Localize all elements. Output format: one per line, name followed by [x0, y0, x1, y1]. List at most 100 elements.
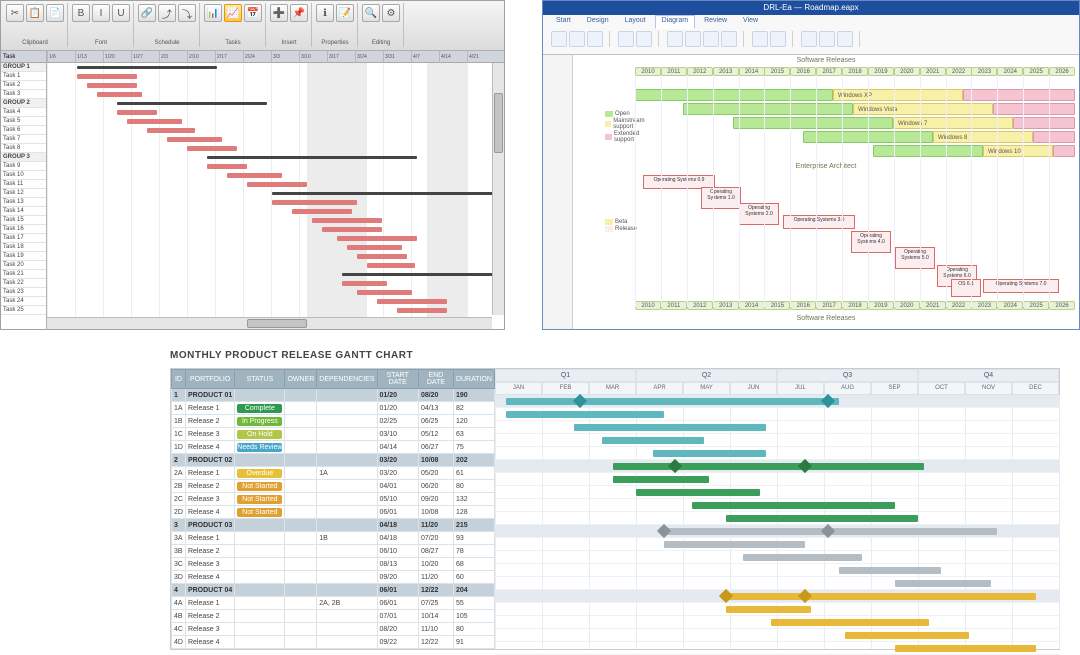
gantt-bar[interactable] — [342, 273, 502, 276]
gantt-bar[interactable] — [506, 398, 839, 405]
ribbon-button[interactable]: 📊 — [204, 4, 222, 22]
column-header[interactable]: DEPENDENCIES — [317, 370, 377, 389]
gantt-bar[interactable] — [337, 236, 417, 241]
version-box[interactable]: Operating Systems 1.0 — [701, 187, 741, 209]
ribbon-button[interactable]: B — [72, 4, 90, 22]
gantt-bar[interactable] — [726, 606, 811, 613]
ribbon-icon[interactable] — [569, 31, 585, 47]
ribbon-button[interactable]: ℹ — [316, 4, 334, 22]
task-row[interactable]: Task 4 — [1, 108, 46, 117]
gantt-bar[interactable] — [613, 463, 923, 470]
gantt-bar[interactable] — [357, 290, 412, 295]
diagram-canvas[interactable]: Software Releases 2010201120122013201420… — [573, 55, 1079, 329]
gantt-bar[interactable] — [117, 110, 157, 115]
ribbon-icon[interactable] — [667, 31, 683, 47]
ribbon-button[interactable]: 📋 — [26, 4, 44, 22]
release-bar[interactable]: Windows 10 — [983, 145, 1053, 157]
task-row[interactable]: GROUP 1 — [1, 63, 46, 72]
horizontal-scrollbar[interactable] — [47, 317, 492, 329]
ribbon-button[interactable]: 📅 — [244, 4, 262, 22]
task-row[interactable]: Task 12 — [1, 189, 46, 198]
ribbon-button[interactable]: ⚙ — [382, 4, 400, 22]
gantt-bar[interactable] — [312, 218, 382, 223]
task-row[interactable]: Task 1 — [1, 72, 46, 81]
table-row[interactable]: 4BRelease 207/0110/14105 — [172, 610, 495, 623]
gantt-bar[interactable] — [207, 156, 417, 159]
release-bar[interactable] — [635, 89, 833, 101]
ribbon-icon[interactable] — [703, 31, 719, 47]
task-row[interactable]: Task 2 — [1, 81, 46, 90]
ribbon-tab[interactable]: Layout — [618, 15, 653, 29]
gantt-bar[interactable] — [322, 227, 382, 232]
release-bar[interactable]: Windows 8 — [933, 131, 1033, 143]
table-row[interactable]: 2PRODUCT 0203/2010/08202 — [172, 454, 495, 467]
task-row[interactable]: Task 14 — [1, 207, 46, 216]
gantt-area[interactable]: Q1Q2Q3Q4 JANFEBMARAPRMAYJUNJULAUGSEPOCTN… — [495, 369, 1059, 649]
release-bar[interactable] — [733, 117, 893, 129]
milestone-diamond[interactable] — [798, 459, 812, 473]
task-row[interactable]: Task 19 — [1, 252, 46, 261]
gantt-bar[interactable] — [377, 299, 447, 304]
ribbon-icon[interactable] — [819, 31, 835, 47]
gantt-bar[interactable] — [87, 83, 137, 88]
ribbon-button[interactable]: 🔍 — [362, 4, 380, 22]
ribbon-button[interactable]: ⤴ — [158, 4, 176, 22]
ribbon-button[interactable]: 📄 — [46, 4, 64, 22]
scroll-thumb[interactable] — [494, 93, 503, 153]
task-row[interactable]: Task 15 — [1, 216, 46, 225]
ribbon-icon[interactable] — [801, 31, 817, 47]
milestone-diamond[interactable] — [668, 459, 682, 473]
version-box[interactable]: OS 6.1 — [951, 279, 981, 297]
task-row[interactable]: Task 11 — [1, 180, 46, 189]
gantt-bar[interactable] — [664, 541, 805, 548]
gantt-bar[interactable] — [247, 182, 307, 187]
version-box[interactable]: Operating Systems 4.0 — [851, 231, 891, 253]
version-box[interactable]: Operating Systems 3.0 — [783, 215, 855, 229]
gantt-bar[interactable] — [272, 200, 357, 205]
table-row[interactable]: 3PRODUCT 0304/1811/20215 — [172, 519, 495, 532]
milestone-diamond[interactable] — [821, 394, 835, 408]
table-row[interactable]: 2ARelease 1Overdue1A03/2005/2061 — [172, 467, 495, 480]
task-row[interactable]: Task 8 — [1, 144, 46, 153]
task-row[interactable]: Task 9 — [1, 162, 46, 171]
column-header[interactable]: DURATION — [453, 370, 494, 389]
task-row[interactable]: Task 3 — [1, 90, 46, 99]
milestone-diamond[interactable] — [573, 394, 587, 408]
gantt-bar[interactable] — [845, 632, 969, 639]
milestone-diamond[interactable] — [657, 524, 671, 538]
task-row[interactable]: GROUP 2 — [1, 99, 46, 108]
gantt-bar[interactable] — [574, 424, 766, 431]
ribbon-icon[interactable] — [770, 31, 786, 47]
ribbon-tab[interactable]: Diagram — [655, 15, 695, 29]
gantt-bar[interactable] — [613, 476, 709, 483]
ribbon-tab[interactable]: Review — [697, 15, 734, 29]
task-row[interactable]: Task 21 — [1, 270, 46, 279]
table-row[interactable]: 1BRelease 2In Progress02/2506/25120 — [172, 415, 495, 428]
table-row[interactable]: 2DRelease 4Not Started06/0110/08128 — [172, 506, 495, 519]
gantt-bar[interactable] — [342, 281, 387, 286]
table-row[interactable]: 1DRelease 4Needs Review04/1406/2775 — [172, 441, 495, 454]
gantt-bar[interactable] — [636, 489, 760, 496]
task-row[interactable]: Task 6 — [1, 126, 46, 135]
gantt-bar[interactable] — [207, 164, 247, 169]
gantt-bar[interactable] — [357, 254, 407, 259]
release-bar[interactable] — [1053, 145, 1075, 157]
ribbon-button[interactable]: I — [92, 4, 110, 22]
task-row[interactable]: Task 10 — [1, 171, 46, 180]
milestone-diamond[interactable] — [798, 589, 812, 603]
column-header[interactable]: STATUS — [235, 370, 285, 389]
milestone-diamond[interactable] — [719, 589, 733, 603]
release-bar[interactable] — [873, 145, 983, 157]
version-box[interactable]: Operating Systems 2.0 — [739, 203, 779, 225]
release-bar[interactable] — [993, 103, 1075, 115]
gantt-bar[interactable] — [117, 102, 267, 105]
task-row[interactable]: Task 16 — [1, 225, 46, 234]
column-header[interactable]: END DATE — [418, 370, 453, 389]
gantt-bar[interactable] — [839, 567, 941, 574]
ribbon-button[interactable]: ✂ — [6, 4, 24, 22]
gantt-bar[interactable] — [347, 245, 402, 250]
release-bar[interactable] — [963, 89, 1075, 101]
table-row[interactable]: 1PRODUCT 0101/2008/20190 — [172, 389, 495, 402]
gantt-bar[interactable] — [771, 619, 929, 626]
ribbon-tab[interactable]: Design — [580, 15, 616, 29]
